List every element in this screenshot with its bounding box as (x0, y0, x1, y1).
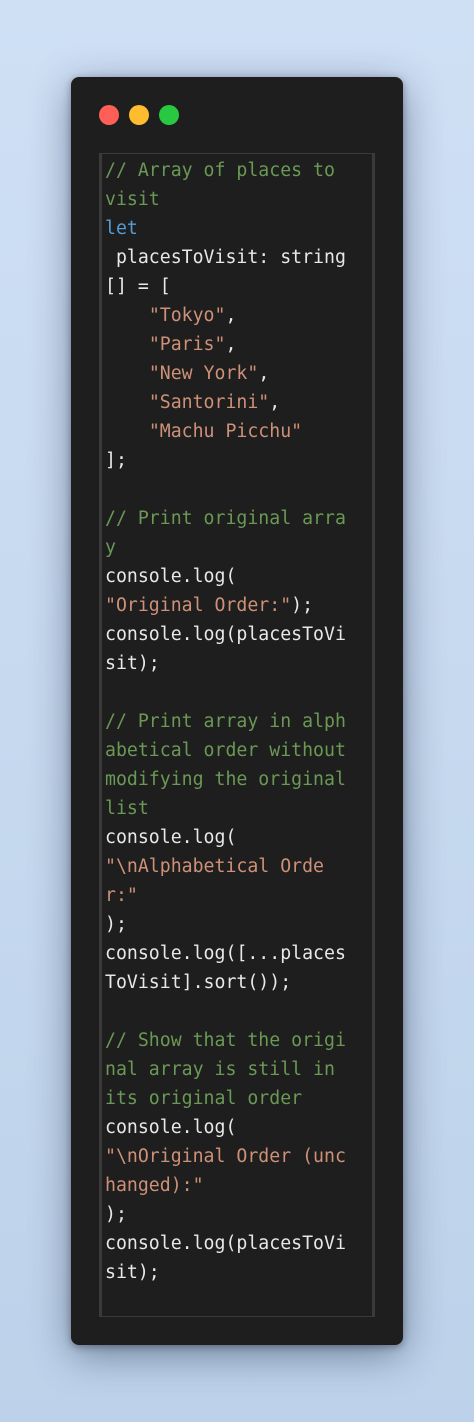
code-line: console.log(placesToVi (105, 620, 346, 649)
code-line: let (105, 214, 346, 243)
code-token-plain: console.log(placesToVi (105, 1233, 346, 1254)
code-line: y (105, 533, 346, 562)
code-token-comment: y (105, 537, 116, 558)
code-token-plain: console.log( (105, 566, 237, 587)
close-dot-icon[interactable] (99, 105, 119, 125)
code-token-plain: console.log( (105, 827, 237, 848)
code-token-string: "\nAlphabetical Orde (105, 856, 324, 877)
code-token-plain: console.log([...places (105, 943, 346, 964)
code-line: list (105, 794, 346, 823)
code-line: // Print original arra (105, 504, 346, 533)
code-token-string: "Paris" (148, 334, 226, 355)
code-token-comment: nal array is still in (105, 1059, 335, 1080)
code-line: nal array is still in (105, 1055, 346, 1084)
code-token-comment: // Print array in alph (105, 711, 346, 732)
code-line: "Machu Picchu" (105, 417, 346, 446)
code-token-plain: ); (105, 914, 127, 935)
code-line: r:" (105, 881, 346, 910)
code-line: ToVisit].sort()); (105, 968, 346, 997)
code-token-comment: modifying the original (105, 769, 346, 790)
code-line: sit); (105, 1258, 346, 1287)
code-token-plain: console.log(placesToVi (105, 624, 346, 645)
code-token-plain: [] = [ (105, 276, 171, 297)
code-token-string: "Machu Picchu" (148, 421, 303, 442)
code-line: [] = [ (105, 272, 346, 301)
maximize-dot-icon[interactable] (159, 105, 179, 125)
code-token-plain: , (269, 392, 281, 413)
code-token-string: "Tokyo" (148, 305, 226, 326)
code-token-comment: // Print original arra (105, 508, 346, 529)
code-line: "New York", (105, 359, 346, 388)
code-token-plain: console.log( (105, 1117, 237, 1138)
code-line: ]; (105, 446, 346, 475)
code-token-string: hanged):" (105, 1175, 204, 1196)
code-line: console.log(placesToVi (105, 1229, 346, 1258)
code-line: console.log( (105, 823, 346, 852)
code-token-string: "Santorini" (148, 392, 270, 413)
code-token-comment: visit (105, 189, 160, 210)
code-line: abetical order without (105, 736, 346, 765)
code-token-comment: abetical order without (105, 740, 346, 761)
code-token-comment: // Array of places to (105, 160, 335, 181)
code-token-string: "\nOriginal Order (unc (105, 1146, 346, 1167)
code-line: hanged):" (105, 1171, 346, 1200)
code-token-plain: ); (291, 595, 314, 616)
code-line: its original order (105, 1084, 346, 1113)
code-token-comment: list (105, 798, 149, 819)
code-line: console.log( (105, 562, 346, 591)
code-line: visit (105, 185, 346, 214)
code-block: // Array of places to visit let placesToVi… (105, 156, 346, 1287)
code-token-plain: sit); (105, 653, 160, 674)
code-line: modifying the original (105, 765, 346, 794)
code-line: "\nOriginal Order (unc (105, 1142, 346, 1171)
code-token-keyword: let (105, 218, 138, 239)
code-token-plain: , (225, 334, 237, 355)
code-token-plain: ]; (105, 450, 127, 471)
code-line: placesToVisit: string (105, 243, 346, 272)
code-line: // Print array in alph (105, 707, 346, 736)
code-line: ); (105, 1200, 346, 1229)
code-token-plain: ); (105, 1204, 127, 1225)
code-token-string: "Original Order:" (105, 595, 292, 616)
code-token-string: r:" (105, 885, 138, 906)
code-token-plain: placesToVisit: string (105, 247, 346, 268)
code-line: "Paris", (105, 330, 346, 359)
code-line: "Original Order:"); (105, 591, 346, 620)
code-token-plain: , (258, 363, 270, 384)
code-token-comment: its original order (105, 1088, 303, 1109)
code-line: sit); (105, 649, 346, 678)
code-line: console.log( (105, 1113, 346, 1142)
code-token-plain: , (225, 305, 237, 326)
code-token-plain: sit); (105, 1262, 160, 1283)
code-line: "Santorini", (105, 388, 346, 417)
code-line: ); (105, 910, 346, 939)
code-line: // Array of places to (105, 156, 346, 185)
code-token-string: "New York" (148, 363, 259, 384)
code-window: // Array of places to visit let placesToVi… (71, 77, 403, 1345)
code-token-plain: ToVisit].sort()); (105, 972, 292, 993)
code-line: // Show that the origi (105, 1026, 346, 1055)
minimize-dot-icon[interactable] (129, 105, 149, 125)
code-token-comment: // Show that the origi (105, 1030, 346, 1051)
code-line: "\nAlphabetical Orde (105, 852, 346, 881)
window-controls (99, 105, 179, 125)
code-line: "Tokyo", (105, 301, 346, 330)
code-editor[interactable]: // Array of places to visit let placesToVi… (99, 153, 375, 1317)
code-line: console.log([...places (105, 939, 346, 968)
